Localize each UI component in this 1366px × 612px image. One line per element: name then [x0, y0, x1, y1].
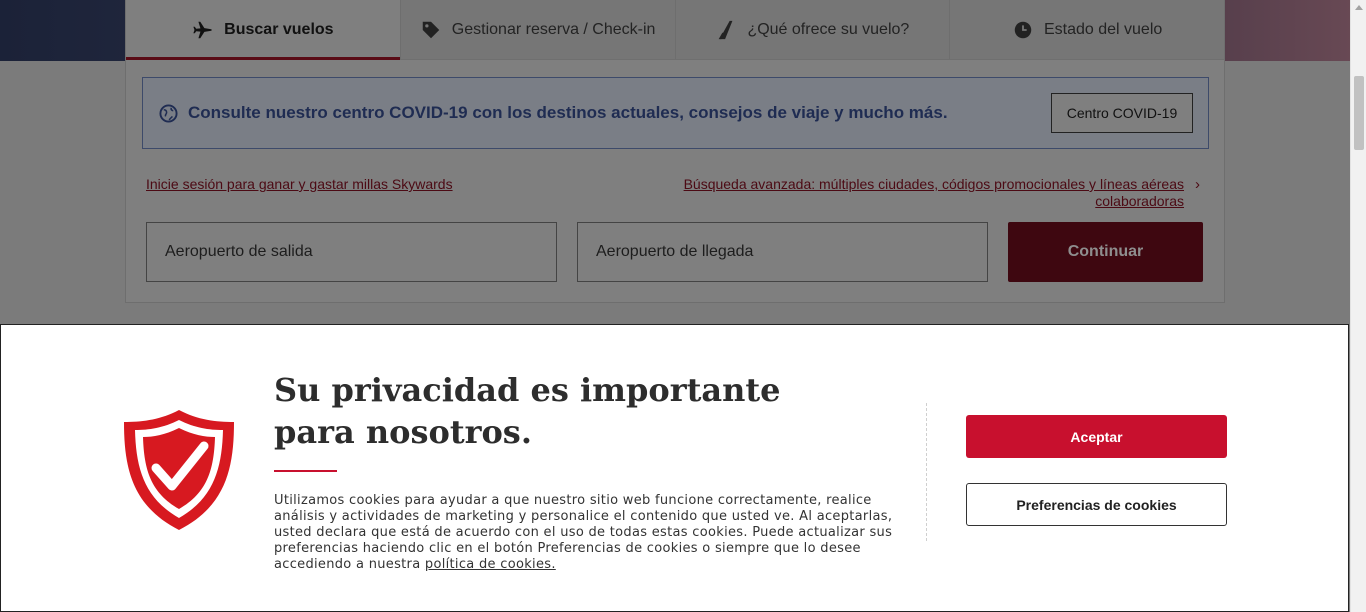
cookie-description: Utilizamos cookies para ayudar a que nue…	[274, 493, 894, 573]
continue-button[interactable]: Continuar	[1008, 222, 1203, 282]
clock-icon	[1014, 21, 1032, 38]
vertical-divider	[926, 403, 927, 541]
cookie-preferences-button[interactable]: Preferencias de cookies	[966, 483, 1227, 526]
flight-booking-widget: Buscar vuelos Gestionar reserva / Check-…	[125, 0, 1225, 303]
skywards-login-link[interactable]: Inicie sesión para ganar y gastar millas…	[146, 176, 453, 192]
advanced-search-link[interactable]: Búsqueda avanzada: múltiples ciudades, c…	[664, 176, 1184, 210]
globe-icon	[159, 103, 178, 123]
tab-gestionar-reserva[interactable]: Gestionar reserva / Check-in	[400, 0, 676, 59]
page-scrollbar[interactable]	[1350, 0, 1366, 612]
tab-label: Gestionar reserva / Check-in	[451, 20, 656, 38]
cookie-body-text: Utilizamos cookies para ayudar a que nue…	[274, 493, 893, 572]
tab-label: Estado del vuelo	[1043, 20, 1163, 38]
departure-airport-input[interactable]: Aeropuerto de salida	[146, 222, 557, 282]
accept-cookies-button[interactable]: Aceptar	[966, 415, 1227, 458]
cookie-consent-banner: Su privacidad es importante para nosotro…	[0, 324, 1349, 612]
arrival-airport-input[interactable]: Aeropuerto de llegada	[577, 222, 988, 282]
tab-que-ofrece[interactable]: ¿Qué ofrece su vuelo?	[675, 0, 951, 59]
tab-estado-vuelo[interactable]: Estado del vuelo	[950, 0, 1224, 59]
scroll-up-icon[interactable]	[1355, 5, 1363, 10]
covid-message: Consulte nuestro centro COVID-19 con los…	[188, 103, 948, 122]
chevron-right-icon: ›	[1195, 176, 1200, 193]
tail-fin-icon	[719, 20, 733, 39]
tag-icon	[422, 21, 440, 38]
covid-notice: Consulte nuestro centro COVID-19 con los…	[142, 77, 1209, 149]
tab-label: Buscar vuelos	[224, 20, 334, 38]
tab-label: ¿Qué ofrece su vuelo?	[747, 20, 910, 38]
covid-center-button[interactable]: Centro COVID-19	[1051, 93, 1193, 133]
cookie-policy-link[interactable]: política de cookies.	[425, 557, 556, 572]
cookie-title: Su privacidad es importante para nosotro…	[274, 371, 781, 451]
booking-tabs: Buscar vuelos Gestionar reserva / Check-…	[126, 0, 1224, 60]
scroll-thumb[interactable]	[1354, 76, 1364, 150]
shield-check-icon	[124, 410, 234, 530]
tab-buscar-vuelos[interactable]: Buscar vuelos	[126, 0, 401, 60]
plane-icon	[193, 21, 212, 38]
title-divider	[274, 470, 337, 472]
